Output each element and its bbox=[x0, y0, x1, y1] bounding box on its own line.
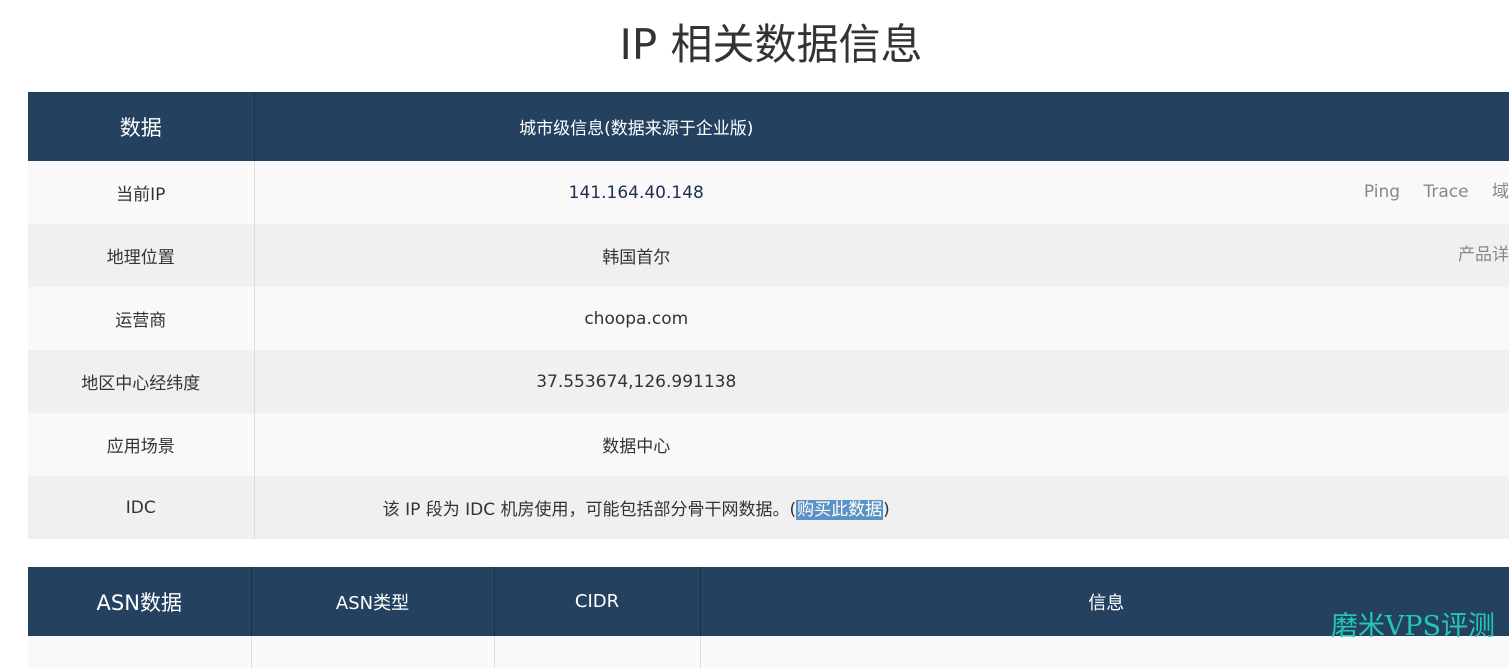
asn-cell bbox=[251, 636, 495, 668]
ip-info-table: 数据 城市级信息(数据来源于企业版) 当前IP 141.164.40.148 P… bbox=[28, 92, 1509, 539]
header-data: 数据 bbox=[28, 92, 255, 161]
location-value: 韩国首尔 bbox=[602, 248, 671, 268]
watermark: 磨米VPS评测 bbox=[1330, 611, 1495, 642]
usage-scene-value: 数据中心 bbox=[602, 437, 671, 457]
row-value-location: 韩国首尔 产品详情 bbox=[254, 224, 1509, 287]
asn-header-info-text: 信息 bbox=[1088, 592, 1125, 614]
table-row: 地理位置 韩国首尔 产品详情 bbox=[28, 224, 1509, 287]
header-city-info: 城市级信息(数据来源于企业版) bbox=[254, 92, 1509, 161]
header-city-info-text: 城市级信息(数据来源于企业版) bbox=[519, 119, 754, 139]
table-row: IDC 该 IP 段为 IDC 机房使用，可能包括部分骨干网数据。(购买此数据) bbox=[28, 476, 1509, 539]
row-value-idc: 该 IP 段为 IDC 机房使用，可能包括部分骨干网数据。(购买此数据) bbox=[254, 476, 1509, 539]
row-value-current-ip: 141.164.40.148 Ping Trace 域名 bbox=[254, 161, 1509, 224]
ping-link[interactable]: Ping bbox=[1364, 182, 1400, 202]
row-value-coordinates: 37.553674,126.991138 bbox=[254, 350, 1509, 413]
table-row: 地区中心经纬度 37.553674,126.991138 bbox=[28, 350, 1509, 413]
asn-header-data: ASN数据 bbox=[28, 567, 252, 636]
row-value-usage-scene: 数据中心 bbox=[254, 413, 1509, 476]
product-detail-link[interactable]: 产品详情 bbox=[1458, 245, 1509, 265]
table-header-row: 数据 城市级信息(数据来源于企业版) bbox=[28, 92, 1509, 161]
coordinates-value: 37.553674,126.991138 bbox=[536, 371, 737, 392]
idc-value-prefix: 该 IP 段为 IDC 机房使用，可能包括部分骨干网数据。( bbox=[382, 500, 797, 520]
trace-link[interactable]: Trace bbox=[1423, 182, 1468, 202]
asn-table: ASN数据 ASN类型 CIDR 信息 bbox=[28, 567, 1509, 668]
idc-value-suffix: ) bbox=[883, 500, 890, 520]
asn-header-type: ASN类型 bbox=[251, 567, 495, 636]
page-title: IP 相关数据信息 bbox=[619, 20, 923, 69]
table-row: 当前IP 141.164.40.148 Ping Trace 域名 bbox=[28, 161, 1509, 224]
asn-cell bbox=[28, 636, 252, 668]
table-row: 运营商 choopa.com bbox=[28, 287, 1509, 350]
row-label-usage-scene: 应用场景 bbox=[28, 413, 255, 476]
row-label-idc: IDC bbox=[28, 476, 255, 539]
row-label-coordinates: 地区中心经纬度 bbox=[28, 350, 255, 413]
row-label-location: 地理位置 bbox=[28, 224, 255, 287]
ip-tool-links: Ping Trace 域名 bbox=[1346, 161, 1509, 224]
table-row bbox=[28, 636, 1509, 668]
row-label-isp: 运营商 bbox=[28, 287, 255, 350]
product-detail-links: 产品详情 bbox=[1440, 224, 1509, 287]
row-value-isp: choopa.com bbox=[254, 287, 1509, 350]
idc-value: 该 IP 段为 IDC 机房使用，可能包括部分骨干网数据。(购买此数据) bbox=[383, 495, 890, 520]
current-ip-value: 141.164.40.148 bbox=[568, 182, 704, 203]
isp-value: choopa.com bbox=[584, 308, 689, 329]
table-row: 应用场景 数据中心 bbox=[28, 413, 1509, 476]
asn-header-cidr: CIDR bbox=[494, 567, 701, 636]
buy-data-link[interactable]: 购买此数据 bbox=[796, 500, 884, 520]
row-label-current-ip: 当前IP bbox=[28, 161, 255, 224]
domain-link[interactable]: 域名 bbox=[1492, 182, 1509, 202]
asn-header-row: ASN数据 ASN类型 CIDR 信息 bbox=[28, 567, 1509, 636]
asn-cell bbox=[494, 636, 701, 668]
